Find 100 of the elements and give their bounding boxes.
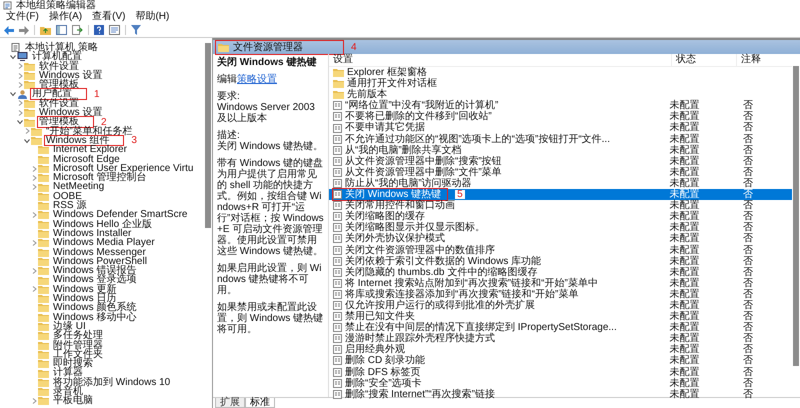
scrollbar[interactable] [205,43,211,228]
filter-icon[interactable] [131,25,141,35]
table-row[interactable]: 漫游时禁止跟踪外壳程序快捷方式 未配置 否 [329,333,792,344]
state-text: 未配置 [670,156,700,167]
table-row[interactable]: 删除“搜索 Internet”“再次搜索”链接 未配置 否 [329,388,792,400]
tree-item[interactable]: 工作文件夹 [52,350,104,360]
comment-text: 否 [742,178,753,189]
table-row[interactable]: 不要将已删除的文件移到“回收站” 未配置 否 [329,111,792,122]
table-row[interactable]: 关闭隐藏的 thumbs.db 文件中的缩略图缓存 未配置 否 [329,266,792,278]
table-row[interactable]: “网络位置”中没有“我附近的计算机” 未配置 否 [329,100,792,112]
table-row[interactable]: 从“我的电脑”删除共享文档 未配置 否 [329,144,792,156]
help-icon[interactable] [94,25,104,35]
folder-icon [31,136,42,146]
table-row[interactable]: 关闭文件资源管理器中的数值排序 未配置 否 [329,244,792,256]
tree-item[interactable]: 将功能添加到 Windows 10 [52,378,172,387]
setting-name: 从“我的电脑”删除共享文档 [345,144,462,156]
table-row[interactable]: 禁用已知文件夹 未配置 否 [329,311,792,322]
tree-item[interactable]: Microsoft Edge [52,154,121,164]
table-row[interactable]: 关闭缩略图的缓存 未配置 否 [329,211,792,222]
tree-item[interactable]: 计算机配置 [31,52,83,62]
menu-item[interactable]: 文件(F) [4,11,41,23]
tab[interactable]: 标准 [245,398,275,408]
tree-item[interactable]: Windows 错误报告 [52,266,138,276]
tree-item[interactable]: 边缘 UI [52,322,87,332]
tree-item[interactable]: Windows 更新 [52,284,118,294]
tree-item[interactable]: Windows 登录选项 [52,275,138,285]
tree-item[interactable]: 软件设置 [38,62,80,71]
column-header[interactable]: 注释 [736,54,791,66]
menu-item[interactable]: 操作(A) [46,11,84,23]
tab[interactable]: 扩展 [215,398,245,408]
tree-item[interactable]: 平板电脑 [52,396,94,406]
callout-number: 4 [351,42,357,52]
table-row[interactable]: 先前版本 [329,89,792,100]
tree-item[interactable]: Windows 移动中心 [52,312,138,322]
tree-item[interactable]: Windows Messenger [52,248,147,257]
table-row[interactable]: 删除“安全”选项卡 未配置 否 [329,378,792,389]
table-row[interactable]: 关闭外壳协议保护模式 未配置 否 [329,233,792,244]
setting-icon [333,323,342,332]
pane-icon[interactable] [56,25,67,35]
tree-item[interactable]: 附件管理器 [52,340,104,350]
tree-item[interactable]: Microsoft 管理控制台 [52,173,148,182]
expander-icon[interactable] [10,91,16,98]
expander-icon[interactable] [24,138,30,144]
comment-text: 否 [742,211,753,222]
column-header[interactable]: 状态 [671,54,736,66]
menu-item[interactable]: 查看(V) [90,11,128,23]
state-text: 未配置 [670,355,700,366]
folder-icon [24,71,35,80]
export-icon[interactable] [72,25,83,35]
tree-item[interactable]: Windows Media Player [52,238,156,248]
view-icon[interactable] [109,25,120,35]
tree-item[interactable]: NetMeeting [52,182,106,192]
table-row[interactable]: 仅允许按用户运行的或得到批准的外壳扩展 未配置 否 [329,300,792,312]
column-header[interactable]: 设置 [329,54,671,66]
state-text: 未配置 [670,178,700,189]
scrollbar[interactable] [793,66,799,366]
tree-item[interactable]: “开始”菜单和任务栏 [45,126,134,136]
table-row[interactable]: 启用经典外观 未配置 否 [329,344,792,356]
policy-settings-link[interactable]: 策略设置 [237,74,277,85]
table-row[interactable]: 通用打开文件对话框 [329,78,792,90]
table-row[interactable]: 防止从“我的电脑”访问驱动器 未配置 否 [329,178,792,190]
table-row[interactable]: 关闭 Windows 键热键 5 未配置 否 [329,189,792,200]
setting-icon [333,356,342,366]
tree-item[interactable]: Windows 日历 [52,294,118,304]
table-row[interactable]: Explorer 框架窗格 [329,67,792,78]
expander-icon[interactable] [10,54,16,60]
tree-item[interactable]: Internet Explorer [52,145,128,155]
table-row[interactable]: 将 Internet 搜索站点附加到“再次搜索”链接和“开始”菜单中 未配置 否 [329,278,792,289]
tree-item[interactable]: 计算器 [52,368,84,378]
table-row[interactable]: 不要申请其它凭据 未配置 否 [329,122,792,134]
back-icon[interactable] [4,26,14,34]
folder-up-icon[interactable] [40,25,51,35]
tree-item[interactable]: Microsoft User Experience Virtu [52,164,194,174]
menu-item[interactable]: 帮助(H) [133,11,172,23]
table-row[interactable]: 关闭缩略图显示并仅显示图标。 未配置 否 [329,222,792,234]
table-row[interactable]: 从文件资源管理器中删除“搜索”按钮 未配置 否 [329,156,792,167]
table-row[interactable]: 关闭依赖于索引文件数据的 Windows 库功能 未配置 否 [329,256,792,267]
expander-icon[interactable] [17,119,23,126]
tree-item[interactable]: 管理模板 [38,80,80,90]
tree-item[interactable]: OOBE [52,192,83,202]
table-row[interactable]: 从文件资源管理器中删除“文件”菜单 未配置 否 [329,166,792,178]
folder-icon [38,359,49,368]
tree-item[interactable]: Windows Hello 企业版 [52,220,153,229]
tree-item[interactable]: RSS 源 [52,201,88,210]
table-row[interactable]: 删除 CD 刻录功能 未配置 否 [329,355,792,367]
tree-item[interactable]: 即时搜索 [52,359,94,368]
tree-item[interactable]: Windows Installer [52,228,132,238]
tree-item[interactable]: Windows 颜色系统 [52,303,138,313]
tree-item[interactable]: Windows Defender SmartScre [52,210,188,220]
table-row[interactable]: 禁止在没有中间层的情况下直接绑定到 IPropertySetStorage... 未配置 否 [329,322,792,334]
forward-icon[interactable] [19,26,29,34]
table-row[interactable]: 删除 DFS 标签页 未配置 否 [329,366,792,378]
table-row[interactable]: 不允许通过功能区的“视图”选项卡上的“选项”按钮打开“文件... 未配置 否 [329,134,792,145]
folder-icon [38,220,49,229]
table-row[interactable]: 将库或搜索连接器添加到“再次搜索”链接和“开始”菜单 未配置 否 [329,288,792,300]
folder-icon [38,229,49,238]
tree-item[interactable]: 软件设置 [38,98,80,108]
table-row[interactable]: 关闭常用控件和窗口动画 未配置 否 [329,200,792,212]
tree-item[interactable]: 多任务处理 [52,331,104,340]
tree-item[interactable]: 录音机 [52,386,84,396]
